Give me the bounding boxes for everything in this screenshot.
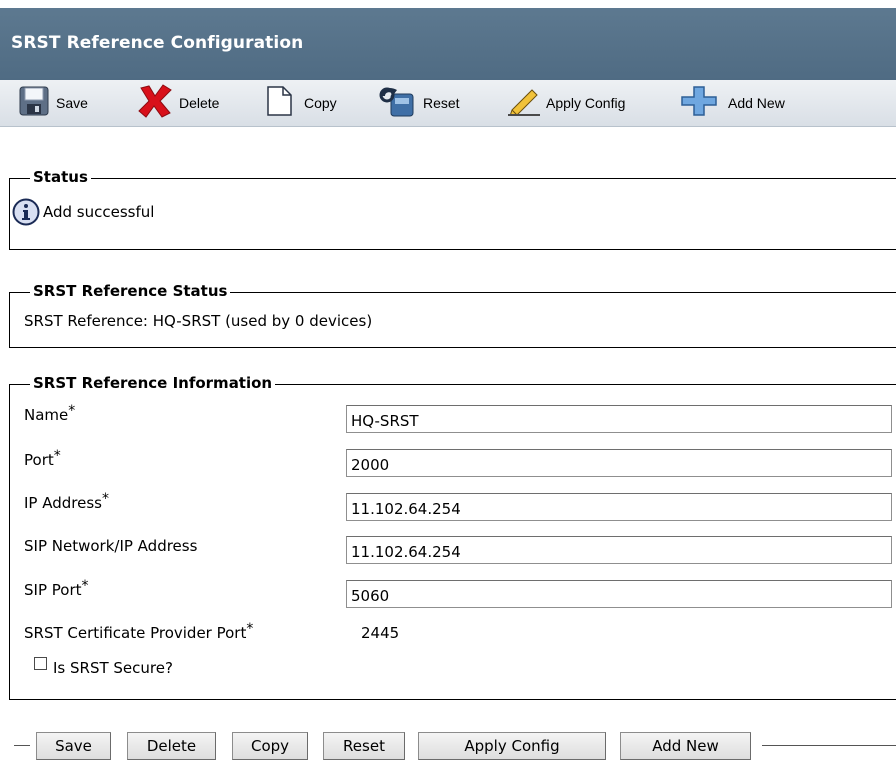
port-input[interactable] — [346, 449, 892, 477]
sip-network-label: SIP Network/IP Address — [24, 537, 198, 555]
sip-port-input[interactable] — [346, 580, 892, 608]
plus-icon — [680, 85, 718, 121]
info-icon — [12, 198, 40, 230]
port-label: Port* — [24, 448, 61, 469]
toolbar-copy-label: Copy — [304, 95, 337, 111]
name-input[interactable] — [346, 405, 892, 433]
toolbar: Save Delete Copy Reset Apply Config Add … — [0, 80, 896, 127]
is-secure-label: Is SRST Secure? — [53, 659, 173, 677]
toolbar-save-button[interactable]: Save — [18, 80, 88, 126]
title-bar: SRST Reference Configuration — [0, 8, 896, 80]
apply-config-button[interactable]: Apply Config — [418, 732, 606, 760]
toolbar-add-new-label: Add New — [728, 95, 785, 111]
toolbar-add-new-button[interactable]: Add New — [680, 80, 785, 126]
delete-button[interactable]: Delete — [127, 732, 216, 760]
cert-provider-port-value: 2445 — [361, 624, 400, 642]
cert-provider-port-label: SRST Certificate Provider Port* — [24, 621, 254, 642]
required-mark: * — [101, 491, 109, 507]
sip-port-label: SIP Port* — [24, 578, 89, 599]
ip-address-label: IP Address* — [24, 491, 109, 512]
required-mark: * — [68, 403, 76, 419]
status-legend: Status — [30, 168, 91, 186]
add-new-button[interactable]: Add New — [620, 732, 751, 760]
toolbar-apply-config-label: Apply Config — [546, 95, 626, 111]
reset-button[interactable]: Reset — [323, 732, 405, 760]
reference-information-legend: SRST Reference Information — [30, 374, 276, 392]
page-title: SRST Reference Configuration — [11, 33, 304, 53]
reference-status-text: SRST Reference: HQ-SRST (used by 0 devic… — [24, 312, 373, 330]
toolbar-copy-button[interactable]: Copy — [264, 80, 337, 126]
save-icon — [18, 85, 50, 121]
delete-x-icon — [137, 84, 173, 122]
toolbar-apply-config-button[interactable]: Apply Config — [506, 80, 625, 126]
required-mark: * — [246, 621, 254, 637]
toolbar-delete-button[interactable]: Delete — [137, 80, 219, 126]
required-mark: * — [53, 448, 61, 464]
divider-line-left — [14, 745, 30, 746]
is-secure-checkbox[interactable] — [34, 657, 47, 670]
sip-network-input[interactable] — [346, 536, 892, 564]
reference-status-legend: SRST Reference Status — [30, 282, 231, 300]
ip-address-input[interactable] — [346, 493, 892, 521]
reset-phone-icon — [377, 84, 417, 122]
name-label: Name* — [24, 403, 76, 424]
pencil-icon — [506, 86, 542, 120]
toolbar-reset-label: Reset — [423, 95, 460, 111]
copy-page-icon — [264, 85, 294, 121]
required-mark: * — [81, 578, 89, 594]
toolbar-save-label: Save — [56, 95, 88, 111]
divider-line-right — [762, 745, 896, 746]
status-message: Add successful — [43, 203, 155, 221]
copy-button[interactable]: Copy — [232, 732, 308, 760]
toolbar-reset-button[interactable]: Reset — [377, 80, 460, 126]
save-button[interactable]: Save — [36, 732, 111, 760]
toolbar-delete-label: Delete — [179, 95, 220, 111]
